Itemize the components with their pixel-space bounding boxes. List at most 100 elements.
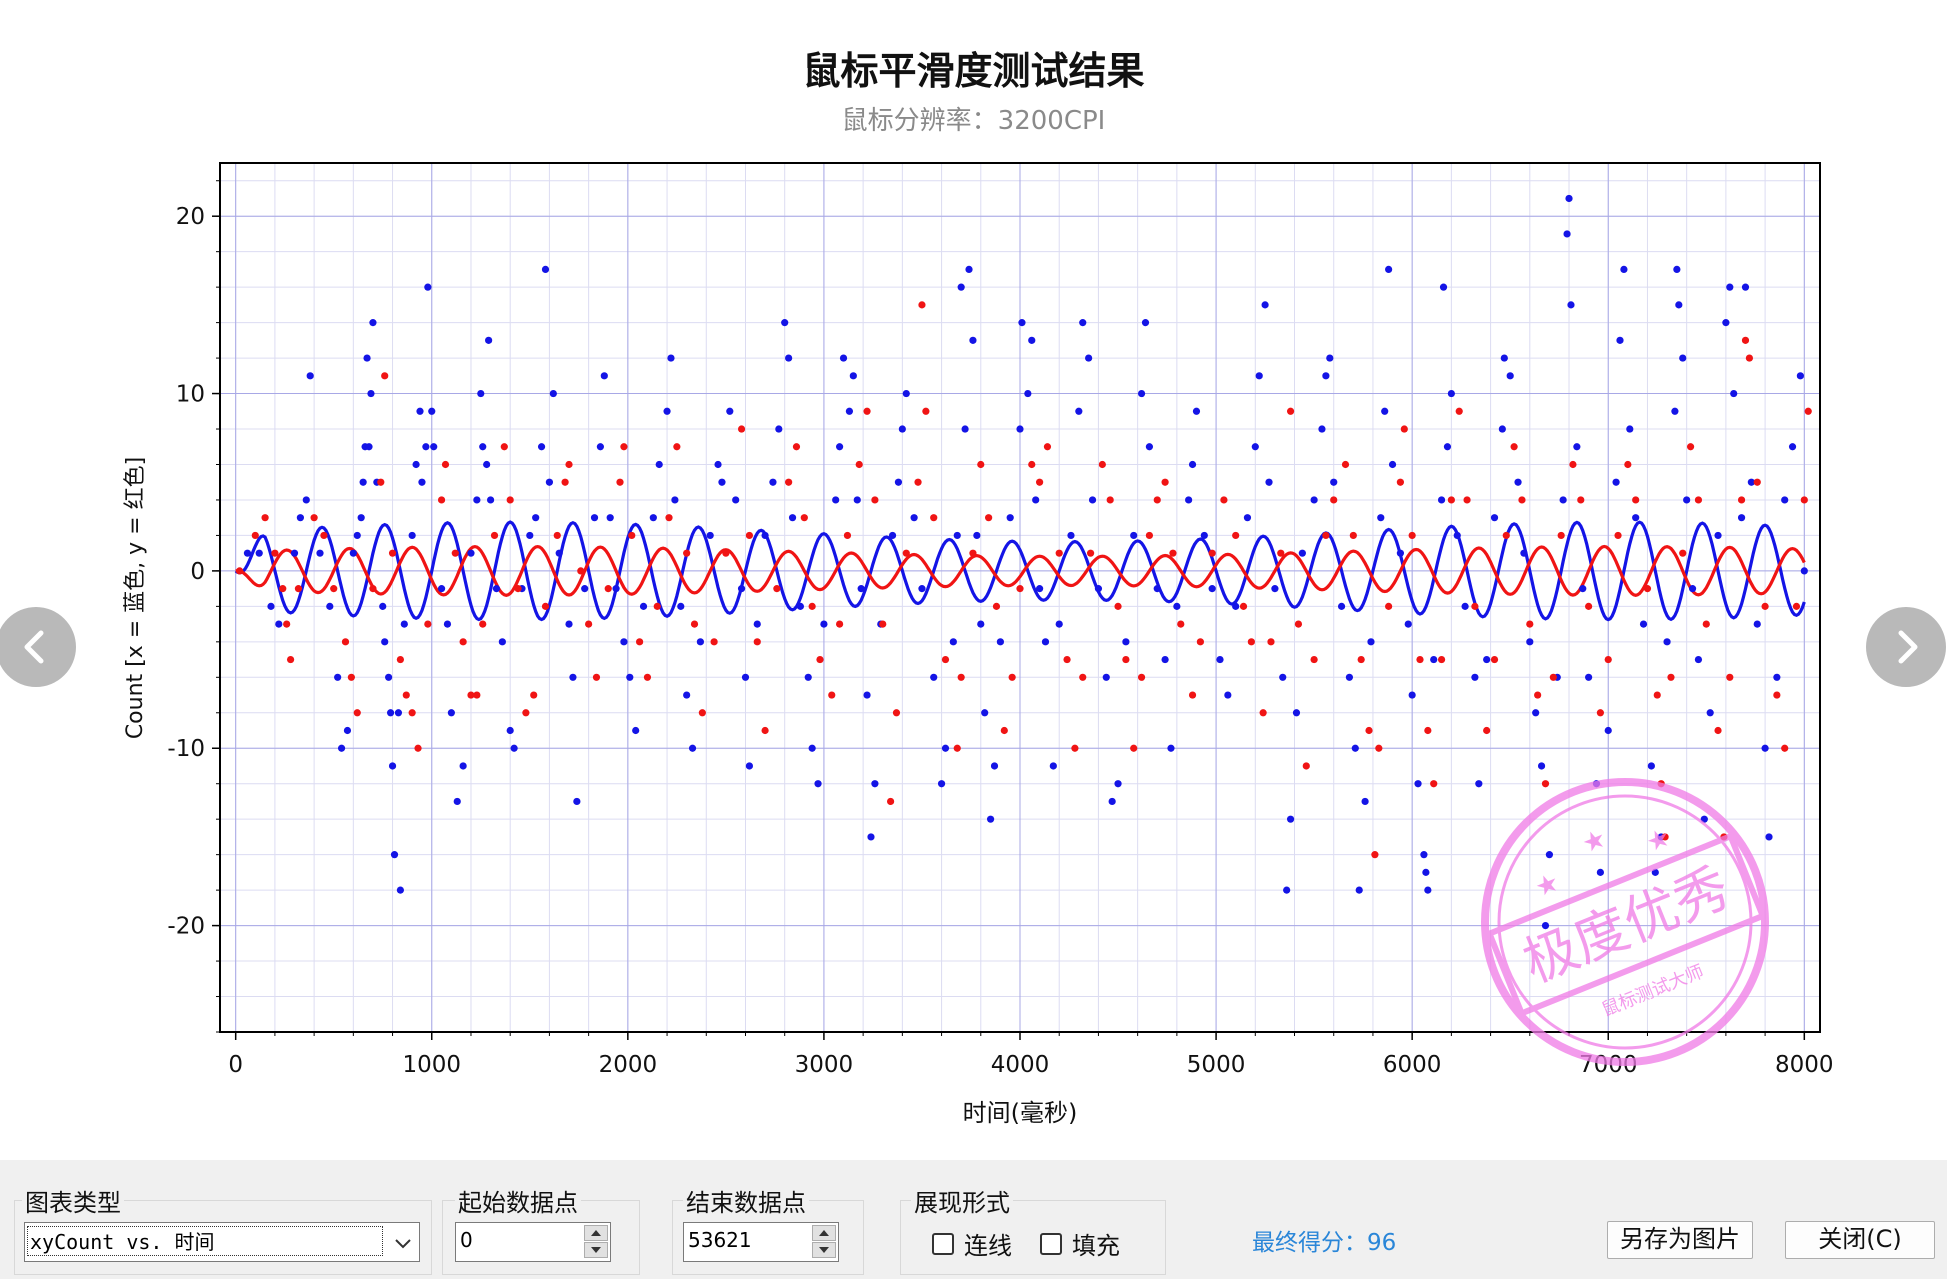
data-point (473, 496, 481, 504)
data-point (698, 709, 706, 717)
start-up-button[interactable] (584, 1225, 608, 1241)
data-point (414, 744, 422, 752)
data-point (1520, 549, 1528, 557)
data-point (1657, 780, 1665, 788)
end-up-button[interactable] (812, 1225, 836, 1241)
data-point (1651, 868, 1659, 876)
data-point (386, 709, 395, 717)
checkbox-box[interactable] (1040, 1232, 1062, 1255)
data-point (1028, 460, 1036, 469)
data-point (437, 585, 446, 593)
data-point (785, 354, 793, 362)
data-point (243, 549, 252, 557)
data-point (573, 797, 581, 806)
close-button[interactable]: 关闭(C) (1785, 1221, 1935, 1259)
data-point (1055, 549, 1063, 557)
chart-type-select[interactable]: xyCount vs. 时间 (24, 1222, 420, 1262)
data-point (986, 815, 995, 823)
data-point (1075, 407, 1083, 415)
data-point (1079, 673, 1087, 681)
data-point (359, 478, 367, 486)
data-point (1781, 744, 1789, 752)
data-point (522, 709, 530, 717)
data-point (1177, 620, 1185, 628)
data-point (1532, 709, 1540, 717)
data-point (800, 514, 808, 522)
data-point (451, 549, 459, 557)
data-point (337, 744, 346, 752)
data-point (1322, 372, 1330, 380)
data-point (412, 460, 420, 469)
data-point (973, 531, 981, 540)
data-point (1310, 496, 1318, 504)
data-point (1208, 585, 1216, 593)
fill-checkbox[interactable]: 填充 (1040, 1226, 1120, 1261)
data-point (485, 336, 493, 344)
fill-label: 填充 (1072, 1232, 1120, 1260)
data-point (1620, 265, 1628, 274)
data-point (271, 549, 279, 557)
end-down-button[interactable] (812, 1242, 836, 1258)
data-point (804, 673, 812, 681)
data-point (394, 709, 403, 717)
data-point (1396, 478, 1404, 486)
connect-lines-checkbox[interactable]: 连线 (932, 1226, 1012, 1261)
data-point (390, 851, 399, 859)
data-point (1216, 655, 1224, 664)
save-image-button[interactable]: 另存为图片 (1607, 1221, 1753, 1259)
data-point (1041, 638, 1050, 646)
data-point (902, 549, 910, 557)
data-point (639, 602, 648, 610)
data-point (492, 585, 501, 593)
data-point (565, 460, 573, 469)
data-point (1647, 762, 1655, 770)
checkbox-box[interactable] (932, 1232, 954, 1255)
data-point (302, 496, 310, 504)
data-point (545, 478, 554, 486)
data-point (498, 638, 506, 646)
data-point (1036, 585, 1044, 593)
data-point (1741, 336, 1750, 344)
data-point (1534, 691, 1542, 699)
data-point (1232, 602, 1240, 610)
x-axis-title: 时间(毫秒) (962, 1099, 1078, 1127)
data-point (1490, 655, 1499, 664)
data-point (1626, 425, 1634, 433)
data-point (965, 265, 973, 274)
x-tick-label: 4000 (991, 1052, 1050, 1078)
data-point (977, 460, 985, 469)
data-point (1036, 478, 1044, 486)
data-point (236, 567, 244, 575)
data-point (853, 496, 861, 504)
end-point-stepper[interactable]: 53621 (683, 1222, 839, 1262)
data-point (671, 496, 679, 504)
data-point (1643, 585, 1652, 593)
data-point (459, 762, 467, 770)
data-point (1167, 744, 1175, 752)
data-point (473, 691, 481, 699)
data-point (553, 531, 561, 540)
data-point (1506, 372, 1514, 380)
data-point (1624, 460, 1632, 469)
data-point (977, 620, 985, 628)
data-point (1753, 620, 1761, 628)
data-point (1137, 389, 1146, 398)
x-tick-label: 0 (228, 1052, 243, 1078)
data-point (828, 691, 836, 699)
data-point (400, 620, 408, 628)
data-point (1375, 744, 1383, 752)
data-point (857, 585, 865, 593)
start-down-button[interactable] (584, 1242, 608, 1258)
data-point (424, 620, 432, 628)
start-point-stepper[interactable]: 0 (455, 1222, 611, 1262)
next-page-button[interactable] (1866, 607, 1946, 687)
data-point (541, 602, 550, 610)
data-point (1722, 319, 1730, 327)
data-point (1573, 443, 1581, 451)
data-point (1298, 549, 1306, 557)
data-point (1639, 620, 1648, 628)
data-point (1800, 567, 1808, 575)
x-tick-label: 5000 (1187, 1052, 1246, 1078)
data-point (1730, 389, 1738, 398)
data-point (1753, 478, 1761, 486)
